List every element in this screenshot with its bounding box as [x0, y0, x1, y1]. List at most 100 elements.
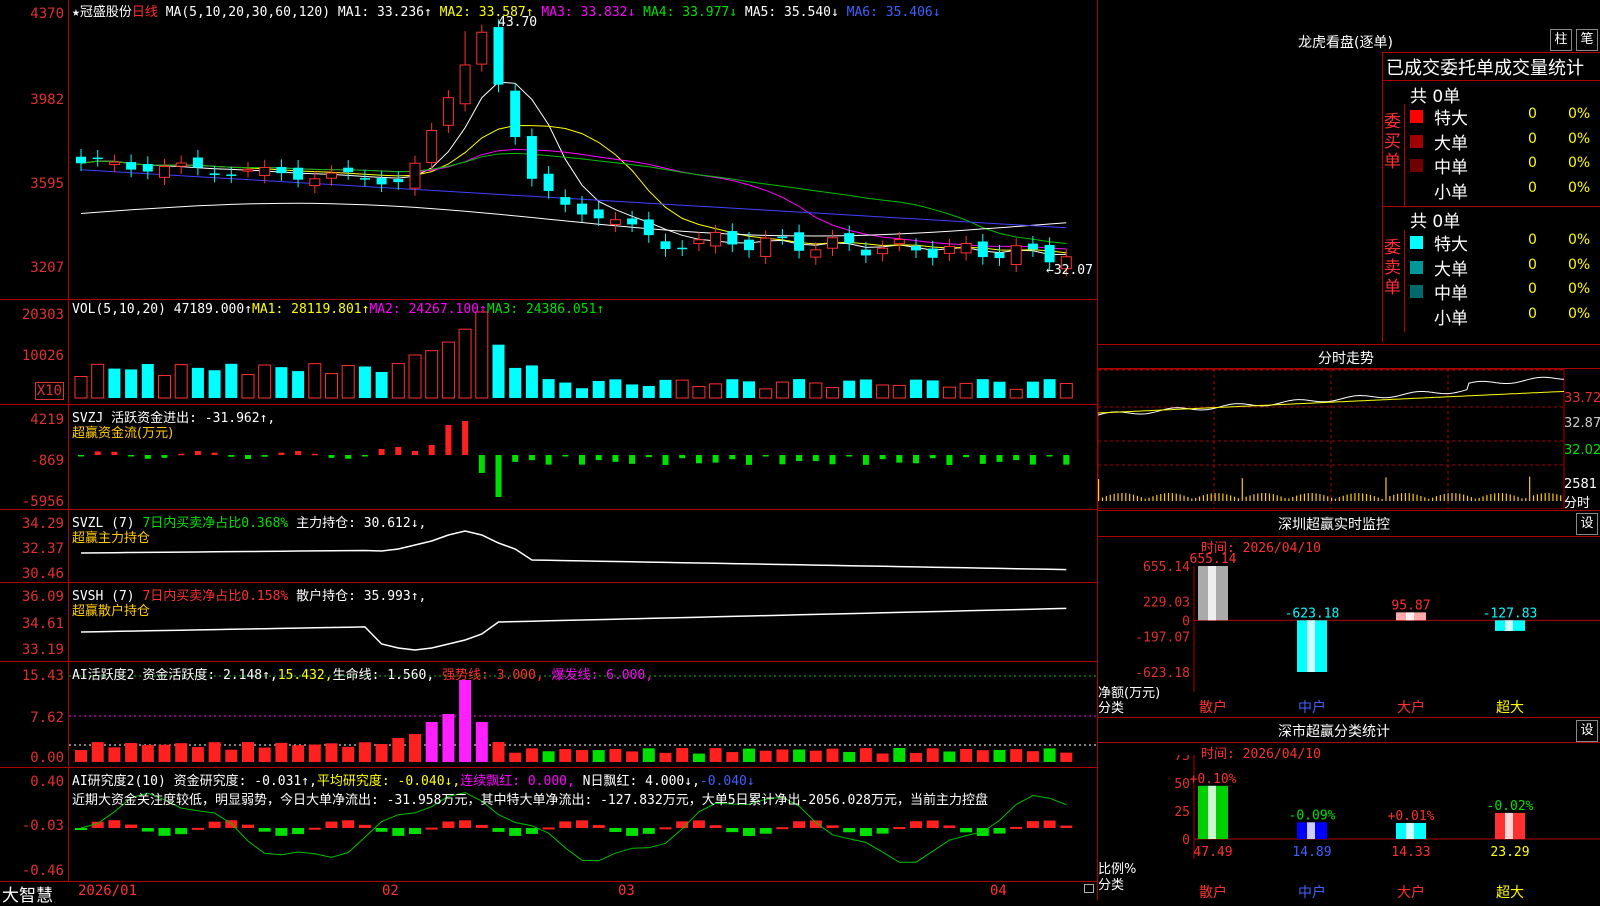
candle-body	[693, 239, 705, 245]
volume-bar	[775, 381, 789, 399]
strong-line-value: 强势线: 3.000,	[442, 668, 544, 683]
intraday-volume-bar	[1241, 478, 1243, 501]
intraday-volume-bar	[1264, 493, 1267, 501]
candle-body	[777, 236, 788, 239]
fund-flow-bar	[913, 455, 919, 464]
vol-unit: X10	[34, 382, 64, 400]
ai-research-comment: 近期大资金关注度较低，明显弱势，今日大单净流出: -31.958万元，其中特大单…	[72, 793, 988, 808]
activity-bar	[709, 748, 722, 762]
favorite-star-icon[interactable]: ★	[72, 5, 80, 20]
sz-monitor-chart[interactable]: 655.14 229.03 0 -197.07 -623.18 655.14 散户 -623.…	[1098, 550, 1600, 716]
research-bar	[442, 821, 455, 828]
research-bar	[425, 827, 438, 830]
candle-body	[977, 241, 988, 258]
order-color-swatch	[1410, 285, 1423, 298]
fund-flow-bar	[445, 425, 452, 455]
svzj-tick: -869	[30, 453, 64, 469]
intraday-volume-bar	[1183, 495, 1185, 501]
activity-bar	[91, 742, 104, 762]
vol-ma1: MA1: 28119.801↑	[252, 302, 370, 317]
sc-stats-chart[interactable]: 75 50 25 0 +0.10% 散户 47.49 -0.09% 中户 14.89 +0.01% 大…	[1098, 755, 1600, 900]
activity-bar	[893, 748, 906, 762]
intraday-volume-bar	[1226, 494, 1228, 501]
intraday-volume-bar	[1292, 496, 1294, 501]
order-pct: 0%	[1568, 281, 1591, 297]
fund-flow-bar	[562, 455, 569, 457]
bar-highlight	[1307, 620, 1315, 672]
research-bar	[893, 827, 906, 830]
research-bar	[108, 820, 121, 828]
sc-settings-button[interactable]: 设	[1576, 720, 1598, 742]
intraday-volume-bar	[1447, 493, 1449, 501]
research-bar	[826, 825, 839, 828]
svzl-tick: 30.46	[21, 566, 64, 582]
bar-value-label: -623.18	[1285, 606, 1340, 621]
intraday-volume-bar	[1400, 493, 1403, 501]
research-bar	[208, 821, 221, 828]
intraday-volume-bar	[1474, 498, 1476, 501]
activity-bar	[793, 749, 806, 762]
intraday-volume-bar	[1144, 498, 1146, 501]
candle-body	[226, 174, 237, 176]
intraday-volume-bar	[1385, 477, 1387, 501]
intraday-volume-bar	[1303, 493, 1306, 501]
brand-logo[interactable]: 大智慧	[2, 881, 53, 906]
order-color-swatch	[1410, 110, 1423, 123]
candle-body	[309, 178, 321, 187]
volume-bar	[141, 364, 154, 398]
activity-bar	[1060, 752, 1073, 762]
bar-bottom-label: 14.33	[1391, 845, 1430, 860]
fund-flow-bar	[796, 455, 803, 462]
volume-bar	[341, 365, 355, 399]
volume-bar	[1026, 381, 1039, 398]
order-type-label: 中单	[1434, 284, 1468, 304]
intraday-volume-bar	[1529, 476, 1531, 501]
candle-body	[810, 249, 822, 258]
bar-highlight	[1406, 822, 1414, 839]
main-chart-area[interactable]: 4370 3982 3595 3207 20303 10026 X10 4219…	[0, 0, 1098, 906]
research-bar	[258, 828, 271, 832]
ai-research-tick: -0.03	[21, 818, 64, 834]
activity-bar	[609, 748, 622, 762]
activity-bar	[1026, 751, 1039, 762]
order-pct: 0%	[1568, 155, 1591, 171]
n-day-red-value: N日飘红: 4.000↓,	[582, 774, 700, 789]
candle-body	[827, 237, 838, 249]
svsh-position: 散户持仓: 35.993↑,	[296, 589, 427, 604]
intraday-volume-bar	[1257, 493, 1259, 501]
candle-body	[426, 129, 438, 163]
intraday-volume-bar	[1129, 493, 1131, 501]
order-pct: 0%	[1568, 232, 1591, 248]
svzl-ratio: 7日内买卖净占比0.368%	[142, 516, 289, 531]
fund-flow-bar	[378, 449, 385, 455]
vol-header: VOL(5,10,20) 47189.000↑MA1: 28119.801↑MA…	[72, 302, 604, 317]
volume-bar	[391, 363, 405, 399]
intraday-volume-bar	[1389, 495, 1391, 501]
volume-bar	[892, 384, 906, 399]
sz-settings-button[interactable]: 设	[1576, 513, 1598, 535]
intraday-volume-bar	[1109, 494, 1111, 501]
candle-body	[376, 178, 387, 185]
intraday-volume-bar	[1160, 493, 1162, 501]
activity-bar	[392, 738, 405, 762]
date-tick: 02	[382, 883, 399, 899]
activity-bar	[158, 744, 171, 762]
column-view-button[interactable]: 柱	[1550, 29, 1572, 51]
fund-flow-bar	[1029, 455, 1036, 465]
lock-icon[interactable]	[1084, 884, 1094, 893]
fund-flow-bar	[361, 455, 368, 457]
candle-body	[560, 197, 571, 205]
intraday-volume-bar	[1521, 498, 1523, 501]
fund-flow-bar	[1063, 455, 1070, 465]
kline-chart-svg[interactable]	[69, 0, 1097, 881]
tick-view-button[interactable]: 笔	[1576, 29, 1598, 51]
volume-bar	[458, 328, 472, 399]
intraday-volume-bar	[1311, 493, 1313, 501]
bar-bottom-label: 23.29	[1490, 845, 1529, 860]
ai-research-tick: -0.46	[21, 863, 64, 879]
period-label[interactable]: 日线	[132, 5, 158, 20]
intraday-volume-bar	[1393, 494, 1395, 501]
intraday-chart-svg[interactable]	[1098, 369, 1568, 509]
bar-highlight	[1307, 822, 1315, 839]
bar-value-label: -0.02%	[1487, 799, 1534, 814]
